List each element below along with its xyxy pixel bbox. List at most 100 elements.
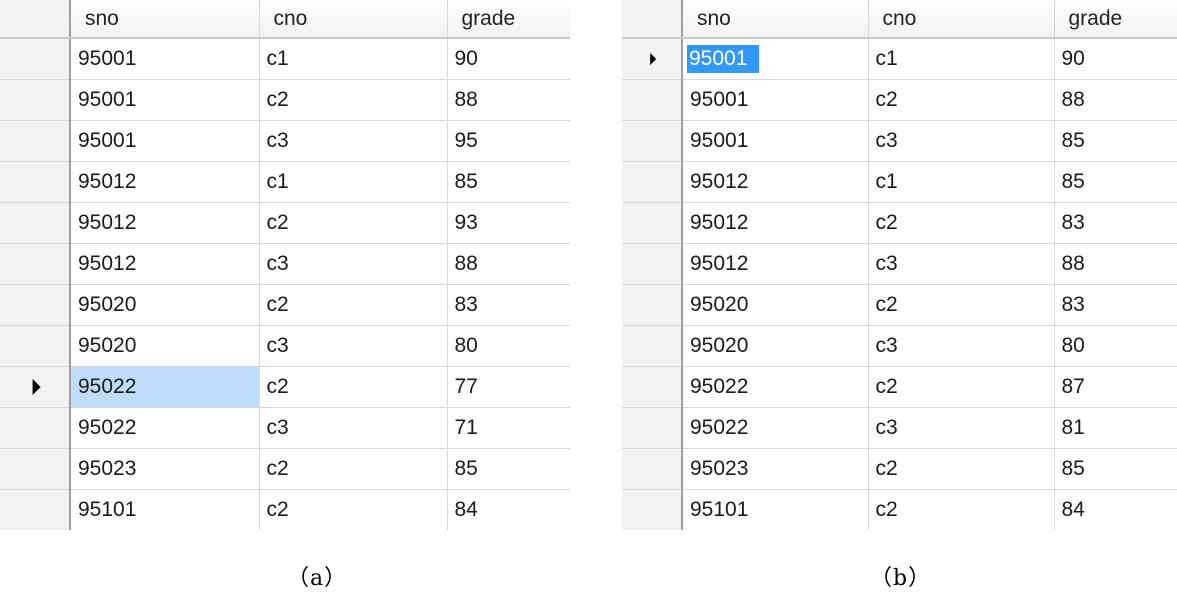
row-selector[interactable] [622, 284, 683, 326]
cno-cell[interactable]: c2 [259, 284, 448, 326]
column-header-grade[interactable]: grade [1054, 0, 1177, 39]
cno-cell[interactable]: c3 [868, 325, 1055, 367]
table-row-current[interactable]: 95022 c2 77 [0, 366, 570, 408]
column-header-sno[interactable]: sno [682, 0, 869, 39]
row-selector[interactable] [622, 120, 683, 162]
row-selector[interactable] [622, 448, 683, 490]
table-row[interactable]: 95001 c3 85 [622, 120, 1177, 162]
sno-cell[interactable]: 95020 [70, 284, 260, 326]
sno-cell[interactable]: 95023 [70, 448, 260, 490]
sno-cell[interactable]: 95020 [682, 325, 869, 367]
sno-cell[interactable]: 95001 [682, 120, 869, 162]
grade-cell[interactable]: 85 [447, 161, 570, 203]
table-row[interactable]: 95020 c2 83 [622, 284, 1177, 326]
row-header-corner[interactable] [622, 0, 683, 39]
row-selector[interactable] [622, 38, 683, 80]
column-header-cno[interactable]: cno [259, 0, 448, 39]
cno-cell[interactable]: c2 [259, 202, 448, 244]
table-row[interactable]: 95020 c2 83 [0, 284, 570, 326]
cno-cell[interactable]: c2 [868, 79, 1055, 121]
row-selector[interactable] [622, 366, 683, 408]
cno-cell[interactable]: c3 [868, 243, 1055, 285]
cno-cell[interactable]: c1 [259, 161, 448, 203]
grade-cell[interactable]: 88 [1054, 243, 1177, 285]
cno-cell[interactable]: c3 [259, 407, 448, 449]
sno-cell[interactable]: 95022 [70, 407, 260, 449]
cno-cell[interactable]: c3 [868, 407, 1055, 449]
grade-cell[interactable]: 85 [1054, 161, 1177, 203]
cno-cell[interactable]: c1 [868, 38, 1055, 80]
row-selector[interactable] [0, 448, 71, 490]
sno-cell[interactable]: 95022 [682, 407, 869, 449]
table-row[interactable]: 95023 c2 85 [622, 448, 1177, 490]
cno-cell[interactable]: c2 [868, 448, 1055, 490]
table-row-current[interactable]: 95001 c1 90 [622, 38, 1177, 80]
grade-cell[interactable]: 84 [1054, 490, 1177, 531]
cno-cell[interactable]: c3 [868, 120, 1055, 162]
sno-cell[interactable]: 95101 [682, 489, 869, 530]
table-row[interactable]: 95012 c1 85 [622, 161, 1177, 203]
row-selector[interactable] [0, 38, 71, 80]
grade-cell[interactable]: 85 [1054, 120, 1177, 162]
table-row[interactable]: 95101 c2 84 [0, 489, 570, 531]
grade-cell[interactable]: 85 [1054, 448, 1177, 490]
table-row[interactable]: 95012 c3 88 [622, 243, 1177, 285]
sno-cell[interactable]: 95101 [70, 489, 260, 530]
cno-cell[interactable]: c2 [868, 489, 1055, 530]
sno-cell[interactable]: 95022 [682, 366, 869, 408]
row-selector[interactable] [0, 325, 71, 367]
sno-cell[interactable]: 95012 [682, 243, 869, 285]
row-selector[interactable] [0, 120, 71, 162]
grade-cell[interactable]: 88 [447, 79, 570, 121]
cno-cell[interactable]: c1 [868, 161, 1055, 203]
cno-cell[interactable]: c2 [259, 489, 448, 530]
sno-cell[interactable]: 95001 [70, 79, 260, 121]
sno-cell[interactable]: 95012 [682, 202, 869, 244]
table-row[interactable]: 95020 c3 80 [0, 325, 570, 367]
row-header-corner[interactable] [0, 0, 71, 39]
sno-cell[interactable]: 95020 [682, 284, 869, 326]
grade-cell[interactable]: 83 [1054, 284, 1177, 326]
grade-cell[interactable]: 71 [447, 407, 570, 449]
table-row[interactable]: 95012 c1 85 [0, 161, 570, 203]
table-row[interactable]: 95001 c2 88 [0, 79, 570, 121]
row-selector[interactable] [0, 79, 71, 121]
table-row[interactable]: 95012 c3 88 [0, 243, 570, 285]
table-row[interactable]: 95020 c3 80 [622, 325, 1177, 367]
sno-cell[interactable]: 95001 [682, 79, 869, 121]
sno-cell[interactable]: 95012 [70, 243, 260, 285]
sno-cell[interactable]: 95001 [70, 120, 260, 162]
row-selector[interactable] [0, 284, 71, 326]
sno-cell[interactable]: 95023 [682, 448, 869, 490]
grade-cell[interactable]: 84 [447, 490, 570, 531]
sno-cell[interactable]: 95001 [70, 38, 260, 80]
grade-cell[interactable]: 95 [447, 120, 570, 162]
cno-cell[interactable]: c2 [868, 202, 1055, 244]
grade-cell[interactable]: 81 [1054, 407, 1177, 449]
grade-cell[interactable]: 80 [447, 325, 570, 367]
selected-cell-text[interactable]: 95001 [687, 45, 760, 73]
row-selector[interactable] [0, 489, 71, 530]
table-row[interactable]: 95022 c3 71 [0, 407, 570, 449]
row-selector[interactable] [622, 161, 683, 203]
cno-cell[interactable]: c2 [259, 79, 448, 121]
cno-cell[interactable]: c2 [259, 366, 448, 408]
cno-cell[interactable]: c2 [868, 366, 1055, 408]
cno-cell[interactable]: c2 [259, 448, 448, 490]
row-selector[interactable] [622, 489, 683, 530]
row-selector[interactable] [622, 202, 683, 244]
grade-cell[interactable]: 90 [1054, 38, 1177, 80]
column-header-cno[interactable]: cno [868, 0, 1055, 39]
sno-cell[interactable]: 95012 [682, 161, 869, 203]
sno-cell[interactable]: 95012 [70, 202, 260, 244]
grade-cell[interactable]: 85 [447, 448, 570, 490]
table-row[interactable]: 95001 c3 95 [0, 120, 570, 162]
grade-cell[interactable]: 90 [447, 38, 570, 80]
table-row[interactable]: 95001 c2 88 [622, 79, 1177, 121]
grade-cell[interactable]: 88 [1054, 79, 1177, 121]
sno-cell-selected[interactable]: 95022 [70, 366, 260, 408]
row-selector[interactable] [622, 407, 683, 449]
grade-cell[interactable]: 83 [1054, 202, 1177, 244]
row-selector[interactable] [0, 366, 71, 408]
table-row[interactable]: 95012 c2 93 [0, 202, 570, 244]
